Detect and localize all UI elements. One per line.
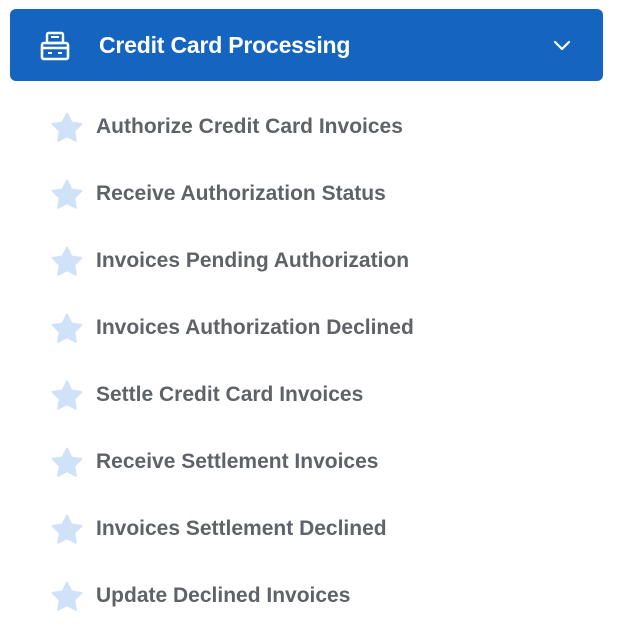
menu-title: Credit Card Processing — [99, 32, 351, 58]
submenu-item-label: Invoices Authorization Declined — [96, 316, 414, 339]
submenu-item[interactable]: Settle Credit Card Invoices — [0, 361, 631, 428]
star-icon — [50, 447, 84, 479]
star-icon — [50, 380, 84, 412]
submenu-item-label: Receive Settlement Invoices — [96, 450, 379, 473]
star-icon — [50, 514, 84, 546]
submenu-item[interactable]: Invoices Pending Authorization — [0, 227, 631, 294]
submenu-item-label: Invoices Pending Authorization — [96, 249, 410, 272]
submenu-item-label: Settle Credit Card Invoices — [96, 383, 364, 406]
credit-card-processing-header[interactable]: Credit Card Processing — [10, 9, 603, 81]
submenu-item[interactable]: Invoices Settlement Declined — [0, 495, 631, 562]
submenu-item[interactable]: Invoices Authorization Declined — [0, 294, 631, 361]
submenu-item[interactable]: Receive Settlement Invoices — [0, 428, 631, 495]
submenu-item[interactable]: Receive Authorization Status — [0, 160, 631, 227]
submenu-item-label: Invoices Settlement Declined — [96, 517, 387, 540]
star-icon — [50, 179, 84, 211]
star-icon — [50, 246, 84, 278]
submenu-item-label: Update Declined Invoices — [96, 584, 351, 607]
credit-card-processing-submenu: Authorize Credit Card Invoices Receive Au… — [0, 93, 631, 629]
submenu-item[interactable]: Update Declined Invoices — [0, 562, 631, 629]
star-icon — [50, 313, 84, 345]
star-icon — [50, 581, 84, 613]
star-icon — [50, 112, 84, 144]
register-icon — [38, 31, 72, 61]
submenu-item-label: Authorize Credit Card Invoices — [96, 115, 403, 138]
submenu-item[interactable]: Authorize Credit Card Invoices — [0, 93, 631, 160]
chevron-down-icon[interactable] — [551, 34, 573, 56]
submenu-item-label: Receive Authorization Status — [96, 182, 386, 205]
